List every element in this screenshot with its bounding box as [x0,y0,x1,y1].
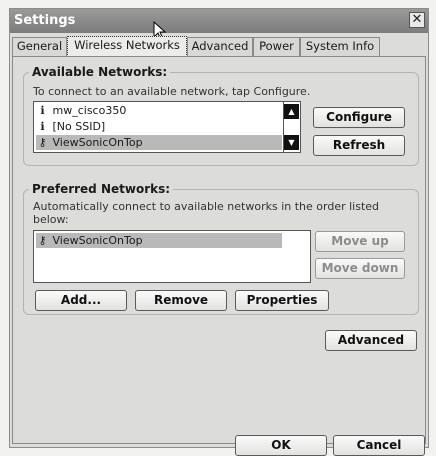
wireless-networks-panel: Available Networks: To connect to an ava… [12,56,426,456]
list-item[interactable]: ℹ [No SSID] [36,119,282,134]
ok-button[interactable]: OK [235,435,327,456]
refresh-button[interactable]: Refresh [313,135,405,156]
tab-general[interactable]: General [12,37,67,56]
scroll-down-icon[interactable]: ▼ [284,135,299,150]
network-name: mw_cisco350 [52,104,127,117]
list-item-selected[interactable]: ⚷ ViewSonicOnTop [36,233,282,248]
tab-system-info[interactable]: System Info [300,37,380,56]
vertical-scrollbar[interactable]: ▲ ▼ [283,102,300,152]
network-name: ViewSonicOnTop [52,136,143,149]
tab-wireless-networks[interactable]: Wireless Networks [67,36,187,57]
configure-button[interactable]: Configure [313,107,405,128]
close-button[interactable]: ✕ [409,12,425,28]
move-down-button[interactable]: Move down [315,258,405,279]
available-networks-list[interactable]: ℹ mw_cisco350 ℹ [No SSID] ⚷ ViewSonicOnT… [33,101,301,153]
signal-icon: ℹ [40,104,45,117]
settings-window: Settings ✕ General Wireless Networks Adv… [9,8,429,456]
tab-advanced[interactable]: Advanced [187,37,253,56]
properties-button[interactable]: Properties [235,290,329,311]
preferred-networks-list[interactable]: ⚷ ViewSonicOnTop [33,230,311,283]
list-item[interactable]: ℹ mw_cisco350 [36,103,282,118]
key-icon: ⚷ [38,234,47,247]
network-name: [No SSID] [52,120,106,133]
advanced-button[interactable]: Advanced [325,330,417,351]
remove-button[interactable]: Remove [135,290,227,311]
title-bar[interactable]: Settings ✕ [10,9,428,33]
available-networks-instruction: To connect to an available network, tap … [33,85,311,98]
move-up-button[interactable]: Move up [315,231,405,252]
key-icon: ⚷ [38,136,47,149]
list-item-selected[interactable]: ⚷ ViewSonicOnTop [36,135,282,150]
preferred-networks-heading: Preferred Networks: [29,182,174,196]
preferred-networks-instruction: Automatically connect to available netwo… [33,200,380,226]
add-button[interactable]: Add... [35,290,127,311]
tab-power[interactable]: Power [253,37,300,56]
scroll-up-icon[interactable]: ▲ [284,104,299,119]
network-name: ViewSonicOnTop [52,234,143,247]
signal-icon: ℹ [40,120,45,133]
window-title: Settings [14,13,76,28]
available-networks-heading: Available Networks: [29,65,171,79]
cancel-button[interactable]: Cancel [333,435,425,456]
